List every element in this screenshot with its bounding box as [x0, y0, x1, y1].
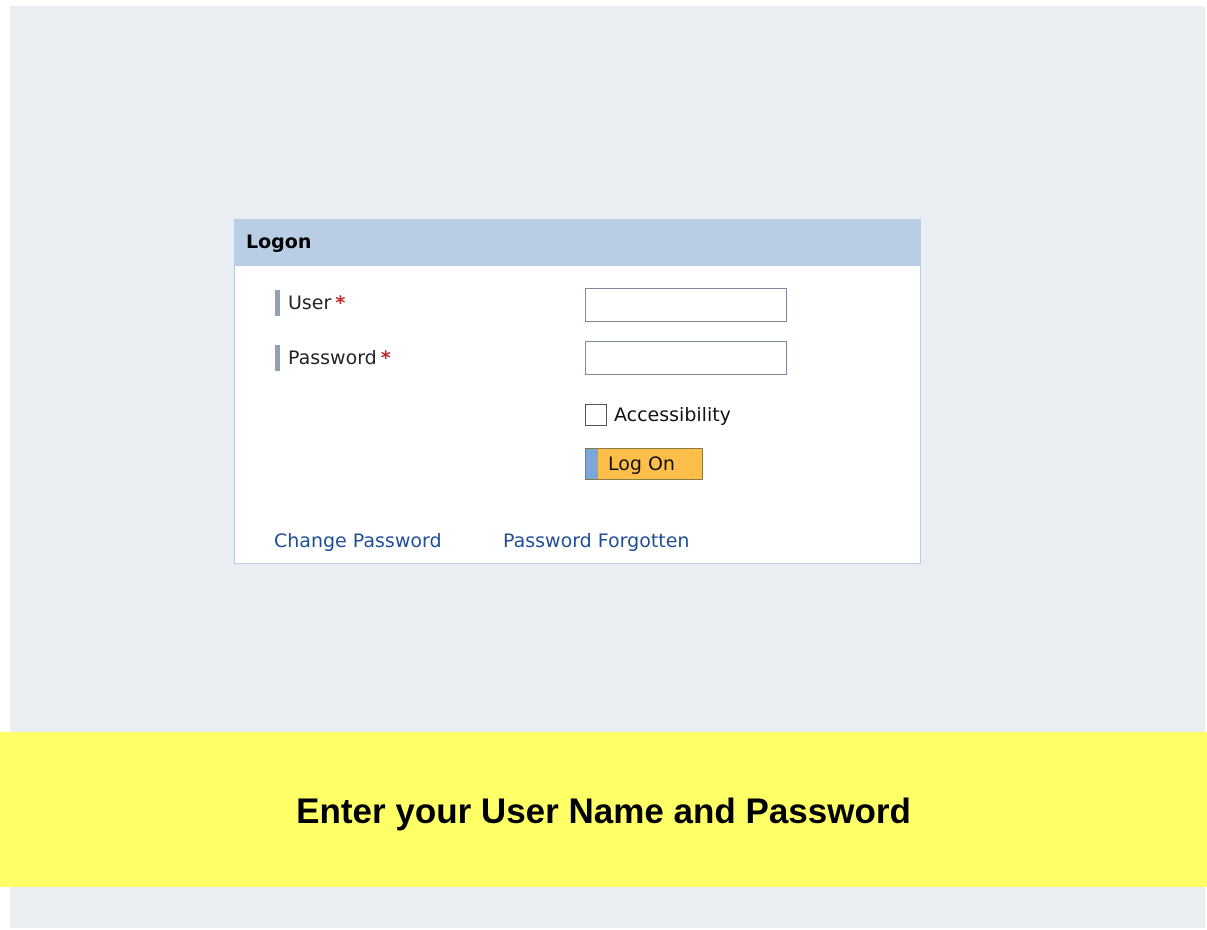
logon-button-label: Log On [608, 453, 675, 475]
user-label: User * [275, 290, 345, 316]
accessibility-label: Accessibility [614, 404, 731, 426]
instruction-text: Enter your User Name and Password [296, 792, 911, 831]
logon-button[interactable]: Log On [585, 448, 703, 480]
password-label-text: Password [288, 347, 377, 369]
logon-panel: Logon User * Password * Accessibility Lo… [234, 219, 921, 564]
password-input[interactable] [585, 341, 787, 375]
password-label: Password * [275, 345, 391, 371]
button-stripe [586, 449, 598, 479]
password-forgotten-link[interactable]: Password Forgotten [503, 530, 689, 552]
logon-header: Logon [234, 219, 921, 266]
required-asterisk: * [380, 347, 391, 369]
label-marker-bar [275, 345, 280, 371]
user-label-text: User [288, 292, 332, 314]
required-asterisk: * [335, 292, 346, 314]
accessibility-option[interactable]: Accessibility [585, 404, 731, 426]
logon-title: Logon [246, 231, 312, 253]
label-marker-bar [275, 290, 280, 316]
accessibility-checkbox[interactable] [585, 404, 607, 426]
change-password-link[interactable]: Change Password [274, 530, 442, 552]
user-input[interactable] [585, 288, 787, 322]
instruction-banner: Enter your User Name and Password [0, 732, 1207, 887]
